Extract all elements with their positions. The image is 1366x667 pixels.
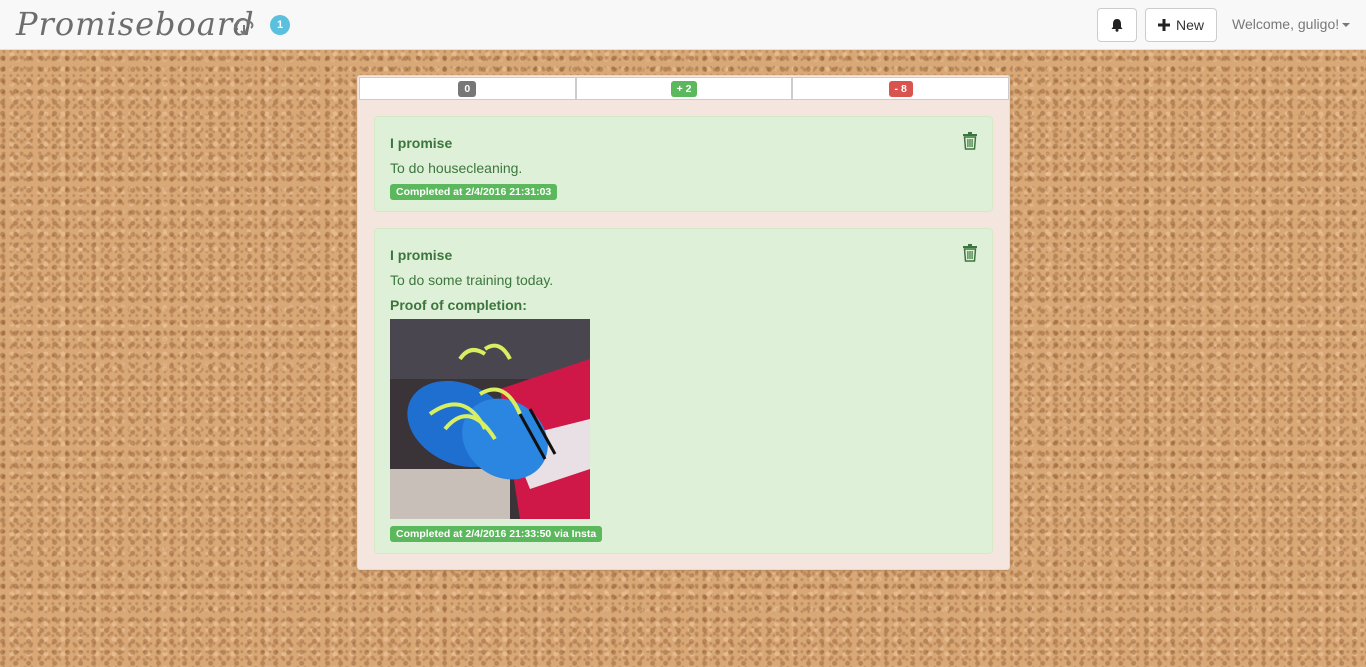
stats-bar: 0 + 2 - 8 <box>359 77 1010 100</box>
proof-photo[interactable] <box>390 319 590 519</box>
promise-text: To do some training today. <box>390 272 554 288</box>
caret-down-icon <box>1342 23 1351 27</box>
promise-text: To do housecleaning. <box>390 160 523 176</box>
stat-broken-badge: - 8 <box>888 80 913 97</box>
proof-label: Proof of completion: <box>390 297 527 313</box>
stat-broken[interactable]: - 8 <box>792 77 1010 100</box>
promise-board-panel: 0 + 2 - 8 I promise To do housecleaning.… <box>357 75 1010 570</box>
new-promise-button[interactable]: New <box>1145 8 1217 42</box>
completed-badge: Completed at 2/4/2016 21:33:50 via Insta <box>390 526 603 542</box>
cloud-sync-icon[interactable] <box>232 14 256 38</box>
bell-icon <box>1111 19 1123 32</box>
plus-icon <box>1157 19 1170 31</box>
navbar: Promiseboard 1 New Welcome, guligo! <box>0 0 1366 50</box>
stat-neutral-badge: 0 <box>458 80 477 97</box>
trash-icon[interactable] <box>962 244 978 262</box>
trash-icon[interactable] <box>962 132 978 150</box>
stat-kept[interactable]: + 2 <box>575 77 793 100</box>
completed-badge: Completed at 2/4/2016 21:31:03 <box>390 184 558 200</box>
new-button-label: New <box>1175 17 1204 33</box>
stat-kept-badge: + 2 <box>670 80 698 97</box>
stat-neutral[interactable]: 0 <box>359 77 576 100</box>
welcome-text: Welcome, guligo! <box>1232 16 1340 32</box>
brand-logo[interactable]: Promiseboard <box>16 2 255 46</box>
user-menu-toggle[interactable]: Welcome, guligo! <box>1232 16 1351 32</box>
promise-card: I promise To do housecleaning. Completed… <box>374 116 993 212</box>
notifications-button[interactable] <box>1097 8 1137 42</box>
promise-title: I promise <box>390 135 453 151</box>
notification-count-badge[interactable]: 1 <box>270 15 290 35</box>
promise-title: I promise <box>390 247 453 263</box>
promise-card: I promise To do some training today. Pro… <box>374 228 993 554</box>
